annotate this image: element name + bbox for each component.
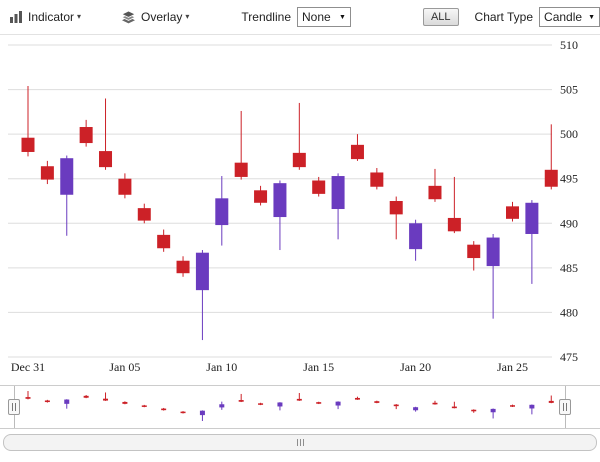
mini-candle-body	[103, 399, 108, 401]
candle-body	[215, 198, 228, 225]
x-axis-label: Jan 10	[206, 360, 237, 374]
mini-candle-body	[26, 397, 31, 399]
mini-candle-body	[549, 401, 554, 403]
y-axis-label: 510	[560, 38, 578, 52]
candle-body	[235, 163, 248, 177]
y-axis-label: 505	[560, 83, 578, 97]
candle-body	[138, 208, 151, 220]
main-chart-area[interactable]: 475 480 485 490 495 500 505 510 Dec 31 Jan 05 Jan …	[0, 35, 600, 381]
navigator-right-handle[interactable]	[559, 399, 571, 415]
scrollbar-grip-icon	[297, 439, 298, 446]
candle-body	[22, 138, 35, 152]
mini-candle-body	[452, 407, 457, 409]
mini-candle-body	[84, 396, 89, 398]
x-axis-label: Jan 20	[400, 360, 431, 374]
overlay-label: Overlay	[141, 10, 182, 24]
x-axis-label: Jan 25	[497, 360, 528, 374]
overlay-menu[interactable]: Overlay ▾	[121, 10, 189, 24]
mini-candle-body	[277, 402, 282, 406]
mini-candle-body	[64, 400, 69, 404]
candle-body	[60, 158, 73, 195]
x-axis-label: Jan 15	[303, 360, 334, 374]
mini-candle-body	[491, 409, 496, 412]
mini-candle-body	[239, 400, 244, 402]
mini-candle-body	[336, 402, 341, 406]
candle-body	[332, 176, 345, 209]
trendline-select[interactable]: None ▼	[297, 7, 351, 27]
candle-body	[370, 172, 383, 186]
mini-candle-body	[161, 409, 166, 411]
candle-body	[409, 223, 422, 249]
y-axis-label: 480	[560, 305, 578, 319]
mini-candle-body	[219, 404, 224, 407]
y-axis-label: 490	[560, 216, 578, 230]
mini-candle-body	[413, 407, 418, 410]
mini-candle-body	[122, 402, 127, 404]
mini-candle-body	[355, 398, 360, 400]
candle-body	[525, 203, 538, 234]
candlestick-chart: 475 480 485 490 495 500 505 510 Dec 31 Jan 05 Jan …	[0, 35, 600, 381]
mini-candle-body	[258, 403, 263, 405]
y-axis-label: 485	[560, 261, 578, 275]
navigator-mini-chart	[0, 386, 600, 426]
candle-body	[467, 245, 480, 258]
chart-type-select[interactable]: Candle ▼	[539, 7, 600, 27]
candle-body	[545, 170, 558, 187]
range-all-button[interactable]: ALL	[423, 8, 459, 26]
mini-candle-body	[200, 411, 205, 415]
chart-toolbar: Indicator ▾ Overlay ▾ Trendline None ▼ A…	[0, 0, 600, 35]
mini-candle-body	[394, 405, 399, 407]
select-arrow-icon: ▼	[339, 14, 346, 21]
mini-candle-body	[181, 412, 186, 414]
candle-body	[390, 201, 403, 214]
select-arrow-icon: ▼	[588, 14, 595, 21]
chevron-down-icon: ▾	[77, 13, 81, 21]
candle-body	[351, 145, 364, 159]
candle-body	[428, 186, 441, 199]
chart-type-label: Chart Type	[475, 10, 533, 24]
mini-candle-body	[374, 401, 379, 403]
chevron-down-icon: ▾	[185, 13, 189, 21]
indicator-label: Indicator	[28, 10, 74, 24]
candle-body	[448, 218, 461, 231]
mini-candle-body	[45, 400, 50, 402]
candle-body	[506, 206, 519, 218]
candle-body	[41, 166, 54, 179]
candle-body	[118, 179, 131, 195]
candle-body	[196, 253, 209, 290]
mini-candle-body	[471, 410, 476, 412]
candle-body	[80, 127, 93, 143]
mini-candle-body	[297, 399, 302, 401]
candle-body	[487, 238, 500, 267]
candle-body	[157, 235, 170, 248]
bar-chart-icon	[9, 11, 23, 23]
layers-icon	[121, 11, 136, 24]
candle-body	[293, 153, 306, 167]
mini-candle-body	[529, 405, 534, 409]
chart-type-selected-value: Candle	[544, 10, 582, 24]
candle-body	[312, 180, 325, 193]
y-axis-label: 475	[560, 350, 578, 364]
candle-body	[177, 261, 190, 273]
mini-candle-body	[432, 403, 437, 405]
navigator-left-handle[interactable]	[8, 399, 20, 415]
mini-candle-body	[510, 405, 515, 407]
x-axis-label: Dec 31	[11, 360, 45, 374]
indicator-menu[interactable]: Indicator ▾	[9, 10, 81, 24]
candle-body	[273, 183, 286, 217]
range-navigator	[0, 385, 600, 429]
mini-candle-body	[142, 405, 147, 407]
y-axis-label: 500	[560, 127, 578, 141]
mini-candle-body	[316, 402, 321, 404]
candle-body	[254, 190, 267, 202]
y-axis-label: 495	[560, 172, 578, 186]
candle-body	[99, 151, 112, 167]
trendline-label: Trendline	[241, 10, 291, 24]
x-axis-label: Jan 05	[109, 360, 140, 374]
horizontal-scrollbar[interactable]	[3, 434, 597, 451]
charting-app: Indicator ▾ Overlay ▾ Trendline None ▼ A…	[0, 0, 600, 462]
trendline-selected-value: None	[302, 10, 331, 24]
